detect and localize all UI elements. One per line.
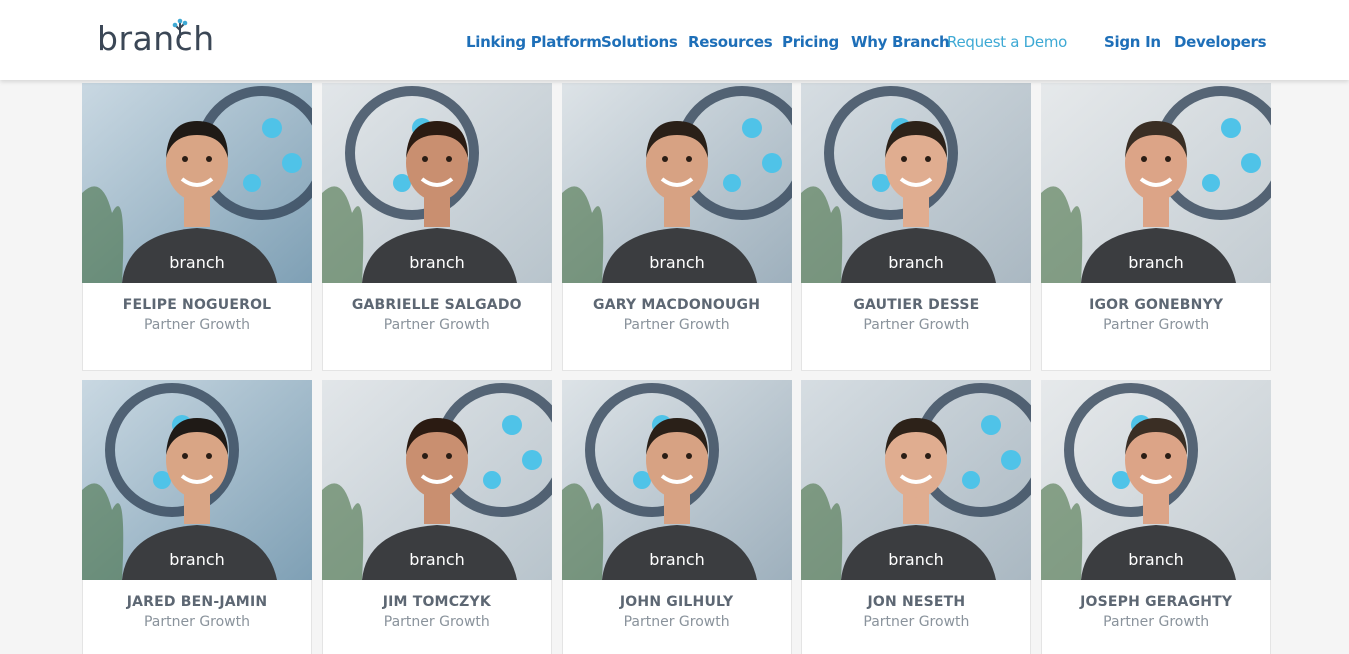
team-member-photo: branch — [1041, 83, 1272, 283]
shirt-logo-text: branch — [889, 550, 945, 569]
team-member-role: Partner Growth — [383, 317, 490, 333]
team-member-photo: branch — [321, 380, 552, 580]
team-member-role: Partner Growth — [863, 614, 970, 630]
team-member-photo: branch — [82, 83, 312, 283]
team-member-name: FELIPE NOGUEROL — [122, 297, 272, 313]
shirt-logo-text: branch — [1128, 550, 1184, 569]
team-member-role: Partner Growth — [1103, 614, 1210, 630]
team-member-role: Partner Growth — [1103, 317, 1210, 333]
team-member-card[interactable]: branch JIM TOMCZYK Partner Growth — [321, 380, 552, 654]
team-member-role: Partner Growth — [863, 317, 970, 333]
team-member-name: IGOR GONEBNYY — [1089, 297, 1224, 313]
main-nav: Linking Platform Solutions Resources Pricin… — [0, 31, 1349, 53]
team-member-name: JIM TOMCZYK — [382, 594, 491, 610]
team-member-card[interactable]: branch JOHN GILHULY Partner Growth — [561, 380, 792, 654]
shirt-logo-text: branch — [409, 253, 465, 272]
team-member-photo: branch — [801, 83, 1032, 283]
team-member-role: Partner Growth — [383, 614, 490, 630]
shirt-logo-text: branch — [169, 253, 225, 272]
shirt-logo-text: branch — [889, 253, 945, 272]
shirt-logo-text: branch — [649, 550, 705, 569]
team-member-name: JOSEPH GERAGHTY — [1080, 594, 1233, 610]
team-member-photo: branch — [82, 380, 312, 580]
team-member-card[interactable]: branch GABRIELLE SALGADO Partner Growth — [321, 83, 552, 371]
team-member-role: Partner Growth — [623, 317, 730, 333]
nav-why-branch[interactable]: Why Branch — [851, 31, 950, 53]
team-member-card[interactable]: branch JOSEPH GERAGHTY Partner Growth — [1041, 380, 1272, 654]
team-member-photo: branch — [561, 380, 792, 580]
team-member-photo: branch — [1041, 380, 1272, 580]
nav-pricing[interactable]: Pricing — [782, 31, 839, 53]
team-member-name: GARY MACDONOUGH — [593, 297, 761, 313]
site-header: branch Linking Platform Solutions Resource… — [0, 0, 1349, 80]
nav-linking-platform[interactable]: Linking Platform — [466, 31, 602, 53]
nav-sign-in[interactable]: Sign In — [1104, 31, 1161, 53]
team-member-photo: branch — [321, 83, 552, 283]
team-member-card[interactable]: branch IGOR GONEBNYY Partner Growth — [1041, 83, 1272, 371]
nav-request-demo[interactable]: Request a Demo — [947, 31, 1067, 53]
nav-resources[interactable]: Resources — [688, 31, 773, 53]
shirt-logo-text: branch — [169, 550, 225, 569]
team-member-card[interactable]: branch GAUTIER DESSE Partner Growth — [801, 83, 1032, 371]
shirt-logo-text: branch — [409, 550, 465, 569]
team-member-card[interactable]: branch JARED BEN-JAMIN Partner Growth — [82, 380, 312, 654]
team-member-card[interactable]: branch JON NESETH Partner Growth — [801, 380, 1032, 654]
team-member-role: Partner Growth — [623, 614, 730, 630]
team-member-name: JOHN GILHULY — [619, 594, 734, 610]
team-member-name: JON NESETH — [867, 594, 966, 610]
team-member-name: GABRIELLE SALGADO — [351, 297, 522, 313]
team-member-name: JARED BEN-JAMIN — [126, 594, 268, 610]
team-member-photo: branch — [561, 83, 792, 283]
team-member-role: Partner Growth — [143, 614, 250, 630]
shirt-logo-text: branch — [1128, 253, 1184, 272]
team-member-name: GAUTIER DESSE — [853, 297, 980, 313]
team-member-card[interactable]: branch GARY MACDONOUGH Partner Growth — [561, 83, 792, 371]
shirt-logo-text: branch — [649, 253, 705, 272]
team-member-card[interactable]: branch FELIPE NOGUEROL Partner Growth — [82, 83, 312, 371]
nav-solutions[interactable]: Solutions — [601, 31, 678, 53]
team-member-role: Partner Growth — [143, 317, 250, 333]
nav-developers[interactable]: Developers — [1174, 31, 1267, 53]
team-member-photo: branch — [801, 380, 1032, 580]
